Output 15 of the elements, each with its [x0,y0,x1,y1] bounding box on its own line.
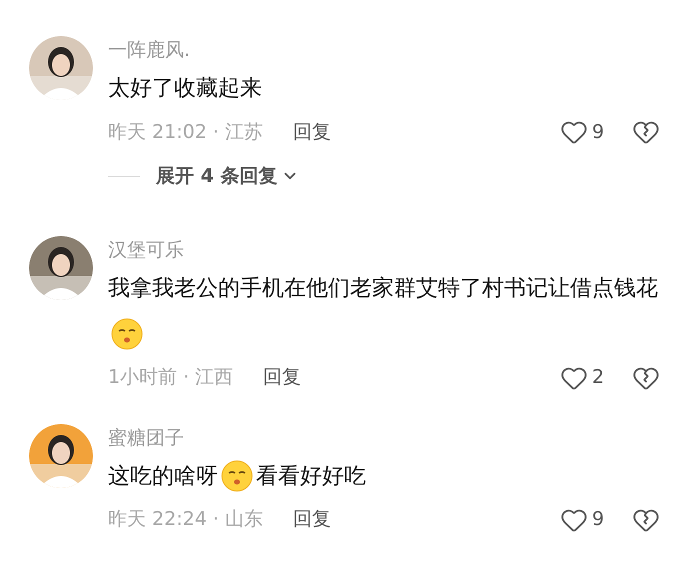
emoji-icon [220,459,254,494]
expand-replies-button[interactable]: 展开 4 条回复 [156,162,300,190]
reply-button[interactable]: 回复 [292,505,331,534]
like-count: 2 [592,365,606,390]
emoji-icon [110,317,144,352]
comment-text: 太好了收藏起来 [108,75,263,103]
comment-meta: 昨天 22:24 · 山东 [108,507,263,532]
comment-text: 这吃的啥呀 看看好好吃 [108,454,660,500]
comment-text: 我拿我老公的手机在他们老家群艾特了村书记让借点钱花 [108,266,660,358]
comment-meta: 昨天 21:02 · 江苏 [108,120,263,145]
reply-button[interactable]: 回复 [292,118,331,146]
comment-meta: 1小时前 · 江西 [108,365,234,390]
like-count: 9 [592,120,606,145]
reply-button[interactable]: 回复 [263,363,302,392]
like-count: 9 [592,507,606,532]
